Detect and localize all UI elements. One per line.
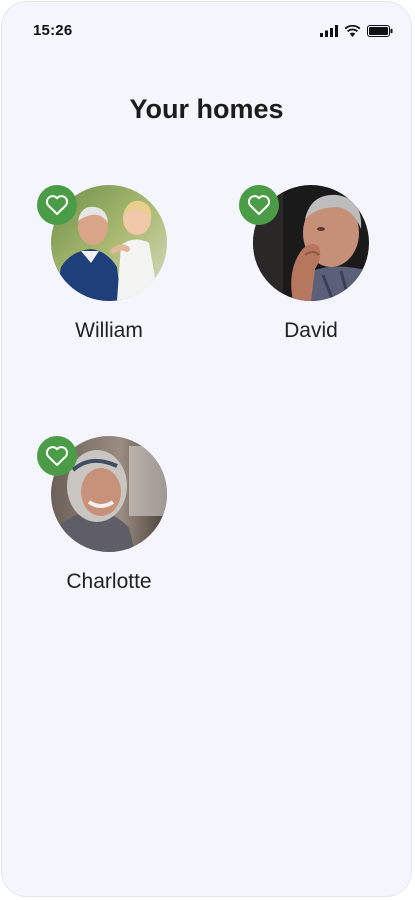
home-name: David: [284, 319, 338, 342]
heart-icon: [45, 195, 69, 215]
page-title: Your homes: [129, 94, 284, 124]
home-card-david[interactable]: David: [231, 185, 391, 343]
status-icons: [320, 24, 393, 42]
heart-icon: [45, 446, 69, 466]
heart-icon: [247, 195, 271, 215]
avatar-container: [37, 436, 167, 552]
battery-icon: [367, 24, 393, 42]
favorite-badge[interactable]: [239, 185, 279, 225]
home-name: Charlotte: [66, 570, 152, 593]
home-card-charlotte[interactable]: Charlotte: [29, 436, 189, 594]
app-screen: 15:26 Your homes William David Charlotte: [1, 1, 412, 897]
home-card-william[interactable]: William: [29, 185, 189, 343]
avatar-container: [239, 185, 369, 301]
favorite-badge[interactable]: [37, 436, 77, 476]
status-bar: 15:26: [2, 2, 411, 60]
cellular-signal-icon: [320, 24, 338, 42]
avatar-container: [37, 185, 167, 301]
wifi-icon: [344, 24, 361, 42]
home-name: William: [75, 319, 143, 342]
favorite-badge[interactable]: [37, 185, 77, 225]
status-time: 15:26: [33, 22, 73, 39]
